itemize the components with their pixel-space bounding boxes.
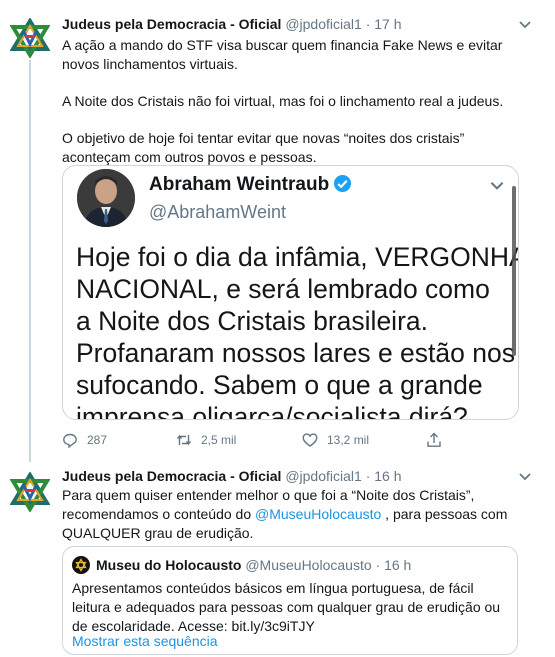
retweet-count: 2,5 mil [201,433,237,447]
star-of-david-icon [9,471,51,513]
like-button[interactable]: 13,2 mil [302,430,369,450]
retweet-button[interactable]: 2,5 mil [176,430,236,450]
profile-photo [77,169,135,227]
mention-link[interactable]: @MuseuHolocausto [255,506,381,522]
show-thread-link[interactable]: Mostrar esta sequência [72,633,218,649]
author-name[interactable]: Judeus pela Democracia - Oficial [62,16,281,32]
screenshot-line: imprensa oligarca/socialista dirá? [76,402,468,420]
quoted-tweet[interactable]: Museu do Holocausto @MuseuHolocausto · 1… [62,546,518,655]
verified-badge-icon [334,174,352,193]
screenshot-image[interactable]: Abraham Weintraub @AbrahamWeint Hoje foi… [62,165,519,420]
quoted-author-handle: @MuseuHolocausto [245,557,372,573]
reply-icon [63,433,77,448]
tweet-paragraph: O objetivo de hoje foi tentar evitar que… [62,130,465,165]
chevron-down-icon [490,182,504,190]
share-icon [427,432,441,447]
quoted-author-name: Museu do Holocausto [96,557,242,573]
tweet-text: A ação a mando do STF visa buscar quem f… [62,36,532,167]
quoted-tweet-header: Museu do Holocausto @MuseuHolocausto · 1… [96,556,411,574]
screenshot-line: a Noite dos Cristais brasileira. [76,306,428,336]
tweet-header: Judeus pela Democracia - Oficial @jpdofi… [62,467,402,485]
avatar[interactable] [9,17,51,59]
tweet-actions: 287 2,5 mil 13,2 mil [62,430,482,450]
screenshot-line: sufocando. Sabem o que a grande [76,370,483,400]
quoted-author-name: Abraham Weintraub [149,174,352,196]
museum-logo-icon [72,556,90,574]
tweet[interactable]: Judeus pela Democracia - Oficial @jpdofi… [0,0,555,462]
tweet-paragraph: A Noite dos Cristais não foi virtual, ma… [62,93,504,109]
tweet-text: Para quem quiser entender melhor o que f… [62,486,532,543]
tweet-header: Judeus pela Democracia - Oficial @jpdofi… [62,15,402,33]
author-handle[interactable]: @jpdoficial1 [285,16,361,32]
avatar[interactable] [9,471,51,513]
like-icon [302,433,318,447]
quoted-author-handle: @AbrahamWeint [149,202,286,222]
chevron-down-icon[interactable] [517,468,533,484]
chevron-down-icon[interactable] [517,16,533,32]
quoted-tweet-text: Apresentamos conteúdos básicos em língua… [72,580,501,634]
share-button[interactable] [426,430,451,450]
screenshot-line: Profanaram nossos lares e estão nos [76,338,515,368]
reply-button[interactable]: 287 [62,430,107,450]
quoted-author-name-text: Abraham Weintraub [149,174,330,195]
author-name[interactable]: Judeus pela Democracia - Oficial [62,468,281,484]
thread-line [29,60,31,462]
star-of-david-icon [9,17,51,59]
author-handle[interactable]: @jpdoficial1 [285,468,361,484]
timestamp[interactable]: · 16 h [366,468,402,484]
screenshot-line: NACIONAL, e será lembrado como [76,274,490,304]
tweet-paragraph: A ação a mando do STF visa buscar quem f… [62,37,503,72]
retweet-icon [176,434,192,446]
screenshot-text: Hoje foi o dia da infâmia, VERGONHA NACI… [76,241,519,420]
screenshot-line: Hoje foi o dia da infâmia, VERGONHA [76,242,519,272]
tweet[interactable]: Judeus pela Democracia - Oficial @jpdofi… [0,462,555,657]
like-count: 13,2 mil [327,433,370,447]
scrollbar [512,186,516,356]
quoted-timestamp: · 16 h [375,557,412,573]
reply-count: 287 [87,433,108,447]
timestamp[interactable]: · 17 h [366,16,402,32]
